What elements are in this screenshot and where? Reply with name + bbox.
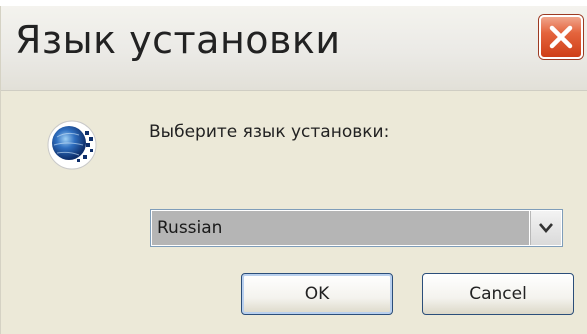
close-button[interactable] <box>539 15 583 59</box>
dropdown-arrow-button[interactable] <box>530 211 561 245</box>
prompt-label: Выберите язык установки: <box>149 122 390 142</box>
title-bar: Язык установки <box>1 6 587 91</box>
cancel-button[interactable]: Cancel <box>422 273 574 315</box>
language-select-value: Russian <box>152 211 529 245</box>
language-select[interactable]: Russian <box>150 209 563 247</box>
close-x-icon <box>549 25 573 49</box>
globe-icon <box>47 120 97 170</box>
window-title: Язык установки <box>15 18 341 62</box>
installer-language-dialog: Язык установки Выберите язык установки: … <box>0 6 587 334</box>
ok-button[interactable]: OK <box>241 273 393 315</box>
chevron-down-icon <box>539 223 553 233</box>
